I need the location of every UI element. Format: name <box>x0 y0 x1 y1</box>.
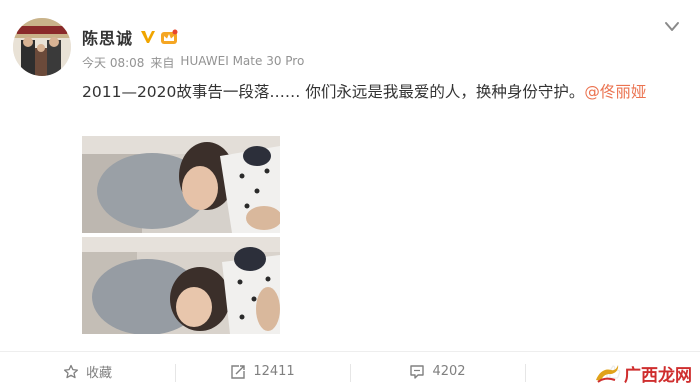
dragon-logo-icon <box>596 365 619 383</box>
post-body: 2011—2020故事告一段落…… 你们永远是我最爱的人，换种身份守护。 <box>82 83 585 101</box>
mention-link[interactable]: @佟丽娅 <box>584 83 646 101</box>
post-text: 2011—2020故事告一段落…… 你们永远是我最爱的人，换种身份守护。@佟丽娅 <box>82 80 646 102</box>
favorite-label: 收藏 <box>85 366 112 381</box>
comment-count: 4202 <box>432 364 466 379</box>
watermark: 广西龙网 <box>591 361 694 386</box>
avatar[interactable] <box>13 18 71 76</box>
post-meta: 今天 08:08 来自 HUAWEI Mate 30 Pro <box>82 54 304 71</box>
source-prefix: 来自 <box>150 56 175 70</box>
verified-v-icon <box>140 29 156 45</box>
chevron-down-icon[interactable] <box>664 18 680 31</box>
vip-crown-icon[interactable] <box>160 29 178 45</box>
watermark-text: 广西龙网 <box>624 365 692 386</box>
weibo-post: 陈思诚 今天 08:08 来自 HUAWEI Mate 30 Pro 2011—… <box>0 0 700 391</box>
repost-count: 12411 <box>253 364 295 379</box>
comment-icon <box>410 364 425 379</box>
star-icon <box>63 364 79 378</box>
avatar-photo <box>13 18 71 76</box>
post-image[interactable] <box>82 136 280 233</box>
source-device: HUAWEI Mate 30 Pro <box>180 54 305 68</box>
author-line: 陈思诚 <box>82 26 178 48</box>
author-name[interactable]: 陈思诚 <box>82 25 133 49</box>
image-gallery <box>82 136 280 334</box>
repost-button[interactable]: 12411 <box>175 352 350 391</box>
post-image[interactable] <box>82 237 280 334</box>
post-time[interactable]: 今天 08:08 <box>82 54 144 71</box>
favorite-button[interactable]: 收藏 <box>0 352 175 391</box>
comment-button[interactable]: 4202 <box>350 352 525 391</box>
repost-icon <box>231 364 246 379</box>
